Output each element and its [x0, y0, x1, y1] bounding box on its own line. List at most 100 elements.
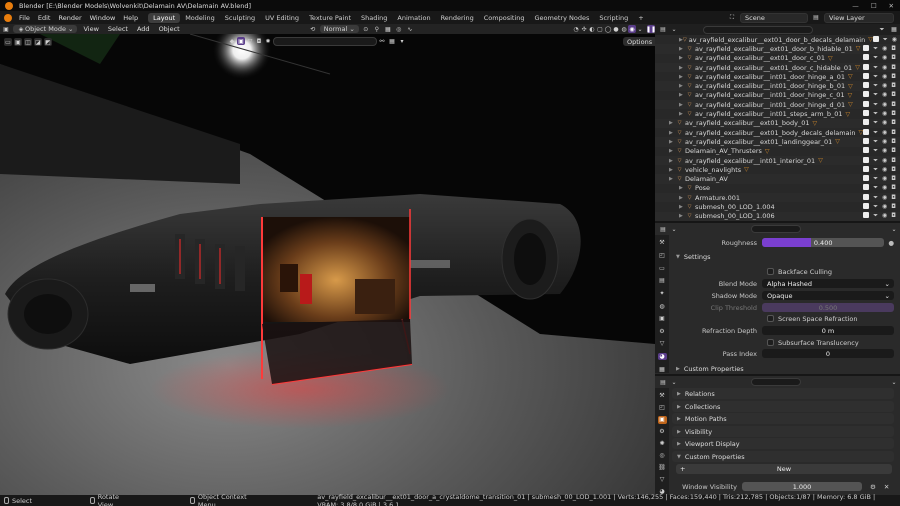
- selectable-icon[interactable]: ⏷: [873, 203, 878, 211]
- properties-editor-chevron-icon[interactable]: ⌄: [670, 378, 678, 386]
- expand-arrow-icon[interactable]: ▶: [679, 83, 686, 89]
- menu-view[interactable]: View: [80, 25, 101, 33]
- display-mode-icon[interactable]: ⌄: [670, 26, 678, 34]
- expand-arrow-icon[interactable]: ▶: [679, 65, 686, 71]
- selectable-icon[interactable]: ⏷: [873, 212, 878, 220]
- data-tab-icon[interactable]: ▽: [658, 340, 667, 348]
- properties-options-icon[interactable]: ⌄: [891, 225, 900, 233]
- outliner-row[interactable]: ▶ ▽ Delamain_AV_Thrusters ▽ ⏷ ◉ ◘: [655, 147, 900, 156]
- properties-editor-icon[interactable]: ▤: [659, 378, 667, 386]
- modifier-tab-icon[interactable]: ⚙: [658, 428, 667, 436]
- object-tab-icon[interactable]: ▣: [657, 415, 667, 424]
- tab-layout[interactable]: Layout: [148, 12, 181, 23]
- scene-tab-icon[interactable]: ✦: [658, 290, 667, 298]
- exclude-checkbox[interactable]: [863, 156, 870, 163]
- world-tab-icon[interactable]: ◍: [658, 302, 667, 310]
- maximize-icon[interactable]: ☐: [871, 2, 877, 10]
- eye-icon[interactable]: ◉: [882, 194, 887, 202]
- eye-icon[interactable]: ◉: [882, 157, 887, 165]
- render-camera-icon[interactable]: ◘: [891, 129, 896, 137]
- render-camera-icon[interactable]: ◘: [891, 166, 896, 174]
- tab-rendering[interactable]: Rendering: [436, 13, 479, 23]
- tab-animation[interactable]: Animation: [392, 13, 435, 23]
- eye-icon[interactable]: ◉: [882, 54, 887, 62]
- snap-icon[interactable]: ⚲: [373, 25, 381, 33]
- section-custom-properties[interactable]: ▼ Custom Properties: [672, 451, 894, 462]
- editor-type-icon[interactable]: ▣: [2, 25, 10, 33]
- render-camera-icon[interactable]: ◘: [891, 212, 896, 220]
- tab-uv-editing[interactable]: UV Editing: [260, 13, 304, 23]
- eye-icon[interactable]: ◉: [882, 129, 887, 137]
- menu-add[interactable]: Add: [134, 25, 153, 33]
- eye-icon[interactable]: ◉: [882, 73, 887, 81]
- tab-geometry-nodes[interactable]: Geometry Nodes: [530, 13, 595, 23]
- data-tab-icon[interactable]: ▽: [658, 475, 667, 483]
- outliner-row[interactable]: ▶ ▽ av_rayfield_excalibur__ext01_body_01 ▽ ⏷…: [655, 118, 900, 128]
- selectable-icon[interactable]: ⏷: [873, 73, 878, 81]
- expand-arrow-icon[interactable]: ▶: [669, 139, 676, 145]
- expand-arrow-icon[interactable]: ▶: [679, 74, 686, 80]
- exclude-checkbox[interactable]: [863, 44, 870, 51]
- render-camera-icon[interactable]: ◘: [891, 82, 896, 90]
- proportional-edit-icon[interactable]: ◎: [395, 25, 403, 33]
- physics-tab-icon[interactable]: ◎: [658, 451, 667, 459]
- eye-icon[interactable]: ◉: [882, 147, 887, 155]
- outliner-search-input[interactable]: [703, 25, 813, 34]
- selectable-icon[interactable]: ⏷: [873, 119, 878, 127]
- selectable-icon[interactable]: ⏷: [873, 129, 878, 137]
- eye-icon[interactable]: ◉: [882, 91, 887, 99]
- shading-options-icon[interactable]: ⌄: [636, 25, 644, 33]
- remove-property-icon[interactable]: ✕: [884, 483, 889, 491]
- menu-select[interactable]: Select: [105, 25, 131, 33]
- exclude-checkbox[interactable]: [863, 147, 870, 154]
- expand-arrow-icon[interactable]: ▶: [669, 176, 676, 182]
- tab-scripting[interactable]: Scripting: [594, 13, 633, 23]
- ssr-checkbox[interactable]: [767, 315, 774, 322]
- section-viewport-display[interactable]: ▶ Viewport Display: [672, 438, 894, 449]
- selectable-icon[interactable]: ⏷: [883, 36, 888, 44]
- eye-icon[interactable]: ◉: [882, 101, 887, 109]
- material-tab-icon[interactable]: ◕: [657, 352, 667, 361]
- render-camera-icon[interactable]: ◘: [891, 138, 896, 146]
- 3d-viewport[interactable]: [0, 34, 655, 495]
- section-motion-paths[interactable]: ▶ Motion Paths: [672, 413, 894, 424]
- mode-dropdown[interactable]: ◈ Object Mode ⌄: [13, 25, 78, 33]
- eye-icon[interactable]: ◉: [882, 110, 887, 118]
- select-mode-extend-icon[interactable]: ◫: [24, 38, 32, 46]
- camera-icon[interactable]: ◘: [255, 37, 263, 45]
- outliner-row[interactable]: ▶ ▽ av_rayfield_excalibur__int01_door_hing…: [655, 91, 900, 100]
- exclude-checkbox[interactable]: [872, 35, 879, 42]
- shading-wireframe-icon[interactable]: ◯: [604, 25, 612, 33]
- properties-editor-chevron-icon[interactable]: ⌄: [670, 225, 678, 233]
- outliner-row[interactable]: ▶ ▽ av_rayfield_excalibur__ext01_landingge…: [655, 137, 900, 147]
- render-camera-icon[interactable]: ◘: [891, 45, 896, 53]
- settings-subpanel-header[interactable]: ▼ Settings: [676, 253, 711, 261]
- render-camera-icon[interactable]: ◘: [891, 73, 896, 81]
- exclude-checkbox[interactable]: [863, 72, 870, 79]
- backface-culling-checkbox[interactable]: [767, 268, 774, 275]
- expand-arrow-icon[interactable]: ▶: [669, 167, 676, 173]
- new-collection-icon[interactable]: ▦: [891, 26, 900, 34]
- properties-options-icon[interactable]: ⌄: [891, 378, 900, 386]
- pause-icon[interactable]: ❚❚: [646, 25, 656, 33]
- tool-tab-icon[interactable]: ⚒: [658, 392, 667, 400]
- render-camera-icon[interactable]: ◘: [891, 194, 896, 202]
- selectable-icon[interactable]: ⏷: [873, 166, 878, 174]
- expand-arrow-icon[interactable]: ▶: [679, 46, 686, 52]
- minimize-icon[interactable]: —: [852, 2, 859, 10]
- render-tab-icon[interactable]: ◰: [658, 252, 667, 260]
- keyframe-dot-icon[interactable]: ●: [888, 239, 894, 247]
- shading-material-icon[interactable]: ◍: [620, 25, 628, 33]
- render-camera-icon[interactable]: ◘: [891, 184, 896, 192]
- selectable-icon[interactable]: ⏷: [873, 175, 878, 183]
- outliner-row[interactable]: ▶ ▽ av_rayfield_excalibur__int01_door_hing…: [655, 100, 900, 110]
- render-camera-icon[interactable]: ◘: [891, 157, 896, 165]
- tab-shading[interactable]: Shading: [356, 13, 392, 23]
- properties-editor-icon[interactable]: ▤: [659, 225, 667, 233]
- exclude-checkbox[interactable]: [863, 128, 870, 135]
- menu-window[interactable]: Window: [86, 14, 120, 22]
- xray-icon[interactable]: ▢: [596, 25, 604, 33]
- expand-arrow-icon[interactable]: ▶: [669, 148, 676, 154]
- mesh-icon[interactable]: ▽: [246, 37, 254, 45]
- light-icon[interactable]: ✸: [264, 37, 272, 45]
